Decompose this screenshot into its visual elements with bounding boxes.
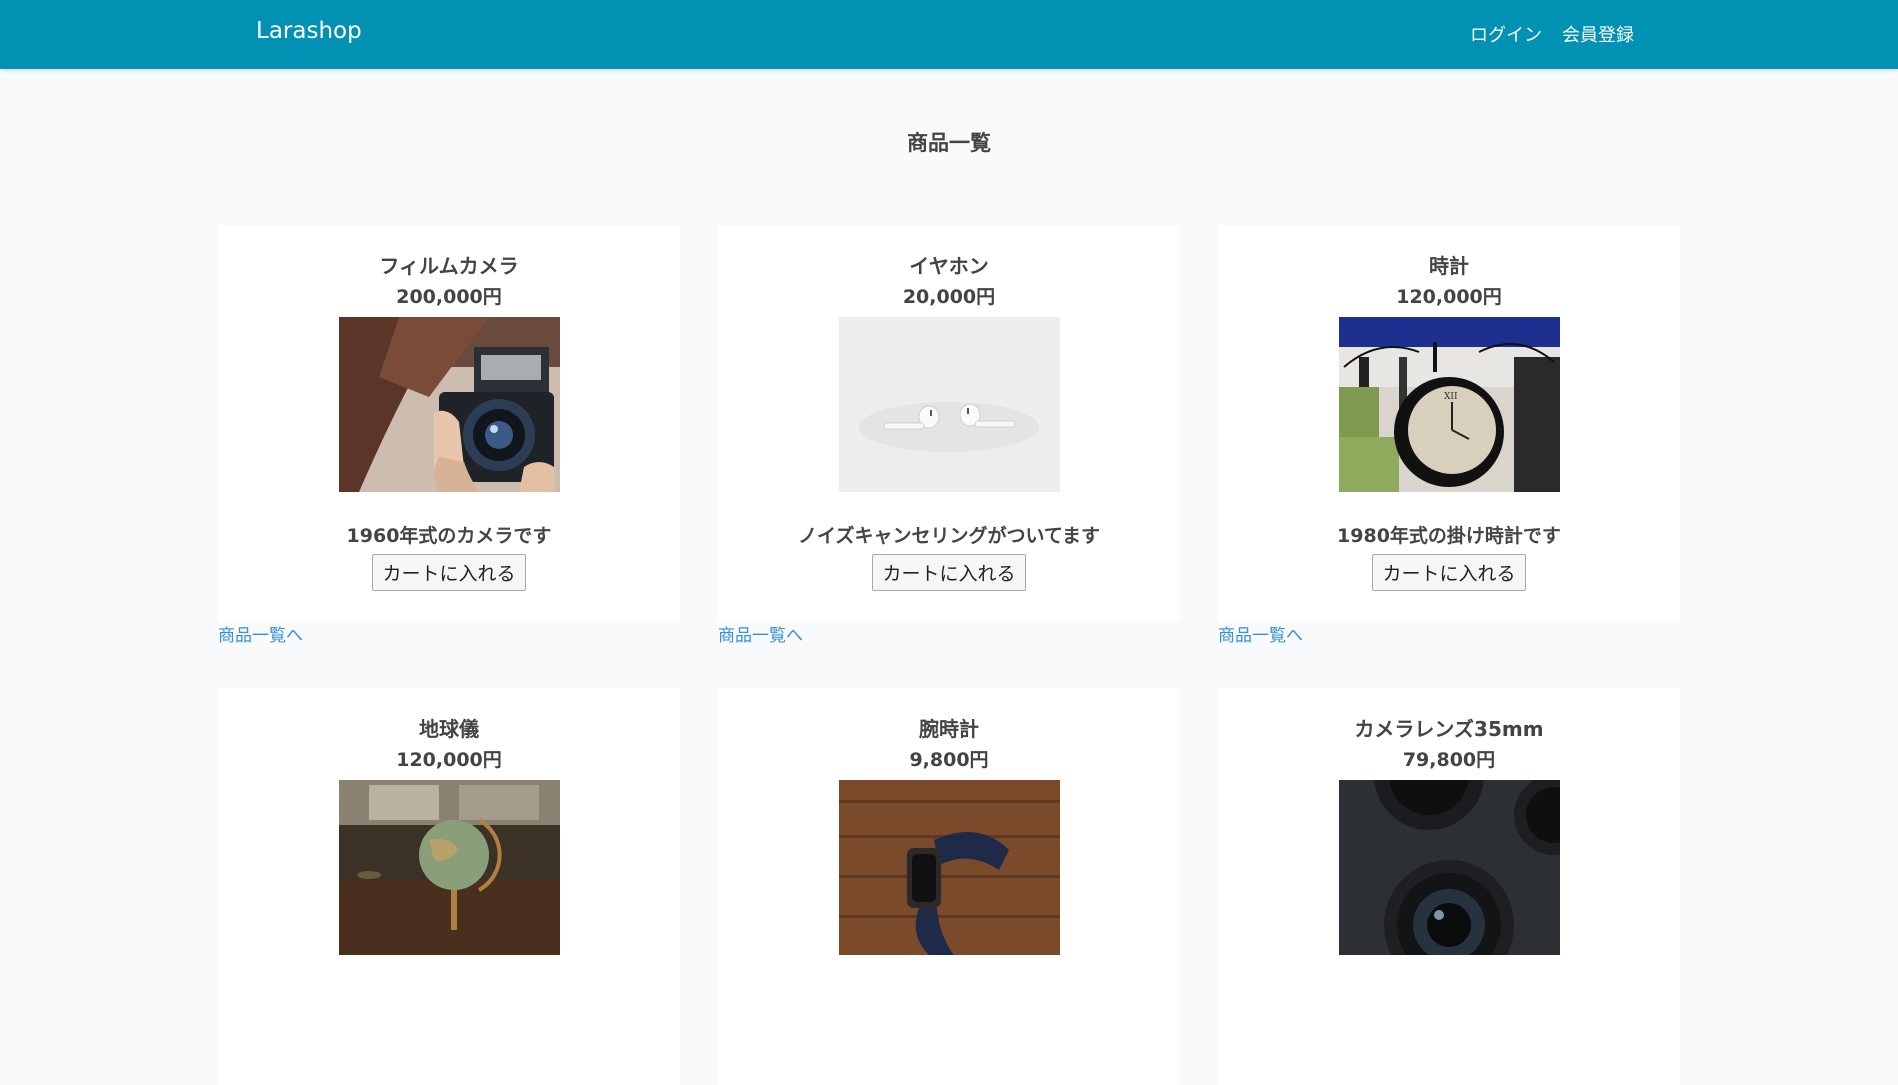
hanging-clock-photo: XII (1338, 317, 1560, 492)
product-card: 地球儀 120,000円 (218, 688, 680, 1085)
product-card: 時計 120,000円 XII 1980年式の掛け時計です カートに入れる (1218, 225, 1680, 622)
product-grid: フィルムカメラ 200,000円 1960年式のカメラです カートに入れる 商品… (218, 225, 1680, 1085)
product-price: 20,000円 (902, 286, 996, 308)
product-item: 時計 120,000円 XII 1980年式の掛け時計です カートに入れる 商品… (1218, 225, 1680, 648)
product-item: 腕時計 9,800円 (718, 688, 1180, 1085)
product-item: フィルムカメラ 200,000円 1960年式のカメラです カートに入れる 商品… (218, 225, 680, 648)
product-price: 79,800円 (1402, 749, 1496, 771)
login-link[interactable]: ログイン (1470, 21, 1542, 47)
product-price: 9,800円 (909, 749, 989, 771)
svg-text:XII: XII (1444, 392, 1458, 402)
product-item: カメラレンズ35mm 79,800円 (1218, 688, 1680, 1085)
brand-link[interactable]: Larashop (256, 18, 362, 44)
product-name: イヤホン (909, 254, 989, 278)
product-price: 120,000円 (1396, 286, 1502, 308)
product-description: 1980年式の掛け時計です (1337, 525, 1561, 547)
product-description: ノイズキャンセリングがついてます (798, 525, 1100, 547)
page-title: 商品一覧 (907, 131, 991, 155)
back-to-list-link[interactable]: 商品一覧へ (1218, 624, 1680, 648)
navbar: Larashop ログイン 会員登録 (0, 0, 1898, 69)
product-name: 地球儀 (419, 717, 479, 741)
add-to-cart-button[interactable]: カートに入れる (372, 554, 526, 591)
wristwatch-photo (838, 780, 1060, 955)
product-card: 腕時計 9,800円 (718, 688, 1180, 1085)
add-to-cart-button[interactable]: カートに入れる (872, 554, 1026, 591)
product-card: フィルムカメラ 200,000円 1960年式のカメラです カートに入れる (218, 225, 680, 622)
register-link[interactable]: 会員登録 (1562, 21, 1634, 47)
film-camera-photo (338, 317, 560, 492)
product-name: フィルムカメラ (379, 254, 519, 278)
product-name: カメラレンズ35mm (1354, 717, 1544, 741)
back-to-list-link[interactable]: 商品一覧へ (218, 624, 680, 648)
product-item: イヤホン 20,000円 ノイズキャンセリングがついてます カートに入れる 商品… (718, 225, 1180, 648)
product-name: 腕時計 (919, 717, 979, 741)
product-price: 200,000円 (396, 286, 502, 308)
product-item: 地球儀 120,000円 (218, 688, 680, 1085)
product-price: 120,000円 (396, 749, 502, 771)
add-to-cart-button[interactable]: カートに入れる (1372, 554, 1526, 591)
product-description: 1960年式のカメラです (346, 525, 552, 547)
product-name: 時計 (1429, 254, 1469, 278)
nav-links: ログイン 会員登録 (1470, 21, 1634, 47)
earphones-photo (838, 317, 1060, 492)
product-card: イヤホン 20,000円 ノイズキャンセリングがついてます カートに入れる (718, 225, 1180, 622)
globe-photo (338, 780, 560, 955)
back-to-list-link[interactable]: 商品一覧へ (718, 624, 1180, 648)
camera-lens-photo (1338, 780, 1560, 955)
product-card: カメラレンズ35mm 79,800円 (1218, 688, 1680, 1085)
